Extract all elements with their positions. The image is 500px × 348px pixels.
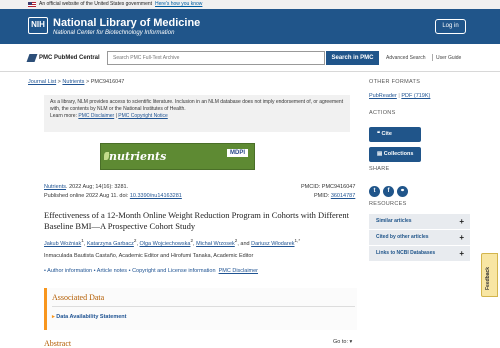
- twitter-icon[interactable]: t: [369, 186, 380, 197]
- cite-button[interactable]: ❝ Cite: [369, 127, 421, 142]
- author-affiliation: 2: [133, 238, 137, 243]
- author-link[interactable]: Katarzyna Garbacz: [87, 241, 134, 247]
- pmc-logo-text: PMC PubMed Central: [39, 55, 100, 61]
- similar-articles-row[interactable]: Similar articles +: [369, 214, 470, 229]
- nlm-subtitle: National Center for Biotechnology Inform…: [53, 30, 175, 36]
- journal-link[interactable]: Nutrients: [44, 184, 66, 190]
- search-input[interactable]: [107, 51, 325, 65]
- search-button[interactable]: Search in PMC: [326, 51, 379, 65]
- notice-learn-more: Learn more:: [50, 113, 77, 119]
- gov-banner-link[interactable]: Here's how you know: [155, 0, 202, 9]
- author-affiliation: 2: [234, 238, 238, 243]
- author-link[interactable]: Jakub Woźniak: [44, 241, 81, 247]
- published-text: Published online 2022 Aug 11. doi:: [44, 193, 129, 199]
- journal-brand: nutrients: [109, 150, 167, 163]
- article-citation: Nutrients. 2022 Aug; 14(16): 3281.: [44, 184, 128, 190]
- author-affiliation: 2: [190, 238, 193, 243]
- breadcrumb: Journal List > Nutrients > PMC9416047: [28, 79, 124, 85]
- facebook-icon[interactable]: f: [383, 186, 394, 197]
- article-notes-link[interactable]: • Article notes: [94, 268, 127, 274]
- user-guide-link[interactable]: User Guide: [436, 55, 461, 61]
- author-information-link[interactable]: • Author information: [44, 268, 92, 274]
- author-list: Jakub Woźniak1, Katarzyna Garbacz2, Olga…: [44, 238, 301, 247]
- cited-by-row[interactable]: Cited by other articles +: [369, 230, 470, 245]
- nih-logo[interactable]: NIH: [28, 17, 48, 34]
- folder-icon: ▤: [377, 151, 384, 157]
- gov-banner: An official website of the United States…: [0, 0, 500, 9]
- author-link[interactable]: Dariusz Włodarek: [251, 241, 294, 247]
- pdf-link[interactable]: PDF (719K): [401, 93, 430, 99]
- notice-text: As a library, NLM provides access to sci…: [50, 99, 344, 112]
- pmid: PMID: 36014787: [314, 193, 355, 199]
- resources-heading: RESOURCES: [369, 201, 407, 207]
- collections-button[interactable]: ▤ Collections: [369, 147, 421, 162]
- breadcrumb-separator: >: [57, 79, 61, 85]
- breadcrumb-current: PMC9416047: [90, 79, 125, 85]
- pmc-copyright-link[interactable]: PMC Copyright Notice: [118, 113, 167, 119]
- author-and: and: [240, 240, 250, 247]
- pubreader-link[interactable]: PubReader: [369, 93, 397, 99]
- feedback-tab[interactable]: Feedback: [481, 253, 498, 297]
- notice-separator: |: [115, 113, 117, 119]
- login-button[interactable]: Log in: [435, 19, 466, 34]
- mdpi-logo: MDPI: [227, 149, 248, 157]
- goto-menu[interactable]: Go to: ▾: [333, 339, 352, 345]
- pmc-logo[interactable]: PMC PubMed Central: [26, 54, 100, 62]
- breadcrumb-separator: >: [85, 79, 90, 85]
- author-affiliation: 1: [81, 238, 84, 243]
- share-heading: SHARE: [369, 166, 390, 172]
- format-links: PubReader | PDF (719K): [369, 93, 431, 99]
- pmc-logo-icon: [26, 54, 38, 62]
- journal-banner[interactable]: nutrients MDPI: [100, 143, 255, 170]
- nlm-header: NIH National Library of Medicine Nationa…: [0, 9, 500, 44]
- article-info-links: • Author information • Article notes • C…: [44, 268, 258, 274]
- pmid-link[interactable]: 36014787: [331, 193, 355, 199]
- associated-data-box: Associated Data ▸ Data Availability Stat…: [44, 288, 357, 330]
- pmid-label: PMID:: [314, 193, 330, 199]
- abstract-heading: Abstract: [44, 339, 72, 348]
- associated-data-heading: Associated Data: [52, 293, 105, 302]
- doi-link[interactable]: 10.3390/nu14163281: [130, 193, 182, 199]
- link-icon[interactable]: ⚭: [397, 186, 408, 197]
- author-link[interactable]: Michał Wrzosek: [196, 241, 235, 247]
- pmc-disclaimer-inline-link[interactable]: PMC Disclaimer: [219, 268, 258, 274]
- nlm-title[interactable]: National Library of Medicine: [53, 17, 200, 29]
- author-affiliation: 1,*: [294, 238, 301, 243]
- nlm-notice: As a library, NLM provides access to sci…: [44, 95, 350, 132]
- pmc-disclaimer-link[interactable]: PMC Disclaimer: [78, 113, 114, 119]
- plus-icon: +: [459, 217, 464, 226]
- data-availability-link[interactable]: ▸ Data Availability Statement: [52, 314, 127, 320]
- advanced-search-link[interactable]: Advanced Search: [386, 55, 425, 61]
- plus-icon: +: [459, 249, 464, 258]
- divider: [52, 306, 355, 307]
- link-divider: [432, 54, 433, 61]
- other-formats-heading: OTHER FORMATS: [369, 79, 421, 85]
- pmc-search-bar: PMC PubMed Central Search in PMC Advance…: [0, 44, 500, 72]
- article-title: Effectiveness of a 12-Month Online Weigh…: [44, 210, 350, 231]
- citation-text: . 2022 Aug; 14(16): 3281.: [66, 184, 129, 190]
- breadcrumb-journal-list[interactable]: Journal List: [28, 79, 56, 85]
- actions-heading: ACTIONS: [369, 110, 396, 116]
- gov-banner-text: An official website of the United States…: [39, 1, 153, 7]
- pmcid: PMCID: PMC9416047: [301, 184, 356, 190]
- feedback-label: Feedback: [485, 266, 491, 290]
- copyright-license-link[interactable]: • Copyright and License information: [129, 268, 216, 274]
- author-link[interactable]: Olga Wojciechowska: [140, 241, 191, 247]
- us-flag-icon: [28, 2, 36, 7]
- ncbi-links-row[interactable]: Links to NCBI Databases +: [369, 246, 470, 261]
- breadcrumb-journal[interactable]: Nutrients: [62, 79, 84, 85]
- plus-icon: +: [459, 233, 464, 242]
- chevron-down-icon: ▾: [349, 339, 353, 345]
- academic-editors: Inmaculada Bautista Castaño, Academic Ed…: [44, 253, 254, 259]
- share-buttons: t f ⚭: [369, 179, 469, 197]
- article-published: Published online 2022 Aug 11. doi: 10.33…: [44, 193, 182, 199]
